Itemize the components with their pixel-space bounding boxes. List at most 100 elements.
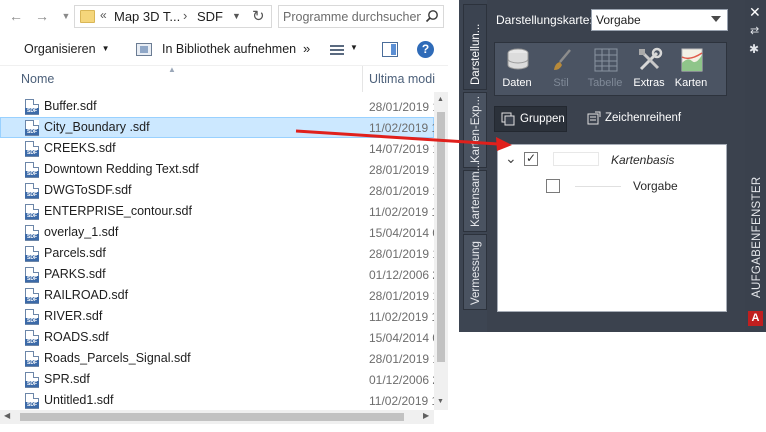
tab-map-explorer[interactable]: Karten-Exp... bbox=[463, 92, 487, 168]
draw-order-label: Zeichenreihenf bbox=[605, 112, 682, 124]
data-button[interactable]: Daten bbox=[497, 47, 537, 95]
style-button[interactable]: Stil bbox=[541, 47, 581, 95]
sdf-file-icon bbox=[25, 246, 39, 262]
gear-icon[interactable]: ✱ bbox=[749, 42, 759, 56]
breadcrumb-map3d[interactable]: Map 3D T... bbox=[114, 9, 180, 24]
map-icon bbox=[681, 48, 703, 72]
collapse-chevron-icon[interactable]: ⌄ bbox=[505, 150, 517, 167]
scroll-up-icon[interactable]: ▲ bbox=[437, 96, 444, 103]
file-date: 11/02/2019 1 bbox=[369, 121, 434, 135]
file-name: ENTERPRISE_contour.sdf bbox=[44, 204, 192, 218]
file-row[interactable]: overlay_1.sdf 15/04/2014 0 bbox=[0, 222, 434, 243]
display-manager-panel: Darstellungskarte: Vorgabe Daten Stil Ta… bbox=[487, 0, 745, 332]
file-row[interactable]: RAILROAD.sdf 28/01/2019 1 bbox=[0, 285, 434, 306]
group-visibility-checkbox[interactable] bbox=[524, 151, 538, 166]
tab-survey[interactable]: Vermessung bbox=[463, 234, 487, 310]
sdf-file-icon bbox=[25, 183, 39, 199]
file-row[interactable]: Buffer.sdf 28/01/2019 1 bbox=[0, 96, 434, 117]
file-list: Buffer.sdf 28/01/2019 1 City_Boundary .sdf… bbox=[0, 96, 434, 410]
tree-group-kartenbasis[interactable]: Kartenbasis bbox=[611, 153, 674, 167]
file-date: 11/02/2019 1 bbox=[369, 205, 434, 219]
sdf-file-icon bbox=[25, 267, 39, 283]
tree-toolbar: Gruppen Zeichenreihenf bbox=[494, 106, 734, 132]
refresh-icon[interactable]: ↻ bbox=[252, 7, 265, 25]
horizontal-scroll-thumb[interactable] bbox=[20, 413, 404, 421]
file-row[interactable]: SPR.sdf 01/12/2006 2 bbox=[0, 369, 434, 390]
address-bar[interactable]: « Map 3D T... › SDF ▼ ↻ bbox=[74, 5, 272, 28]
add-to-library-button[interactable]: In Bibliothek aufnehmen bbox=[162, 42, 296, 56]
dropdown-arrow-icon bbox=[711, 16, 721, 22]
file-row[interactable]: Downtown Redding Text.sdf 28/01/2019 1 bbox=[0, 159, 434, 180]
file-row[interactable]: Parcels.sdf 28/01/2019 1 bbox=[0, 243, 434, 264]
view-options-caret-icon[interactable]: ▼ bbox=[350, 43, 358, 52]
file-row[interactable]: RIVER.sdf 11/02/2019 1 bbox=[0, 306, 434, 327]
file-row[interactable]: PARKS.sdf 01/12/2006 2 bbox=[0, 264, 434, 285]
file-explorer-window: ← → ▼ « Map 3D T... › SDF ▼ ↻ Organisier… bbox=[0, 0, 448, 432]
file-row[interactable]: Untitled1.sdf 11/02/2019 1 bbox=[0, 390, 434, 410]
display-map-value: Vorgabe bbox=[596, 13, 641, 27]
file-date: 15/04/2014 0 bbox=[369, 331, 434, 345]
table-button[interactable]: Tabelle bbox=[585, 47, 625, 95]
file-date: 11/02/2019 1 bbox=[369, 394, 434, 408]
tab-display-manager[interactable]: Darstellun... bbox=[463, 4, 487, 90]
file-name: overlay_1.sdf bbox=[44, 225, 119, 239]
breadcrumb-separator-icon[interactable]: › bbox=[183, 8, 187, 23]
autodesk-logo-icon: A bbox=[748, 311, 763, 326]
data-icon bbox=[507, 48, 529, 70]
organize-menu-button[interactable]: Organisieren ▼ bbox=[24, 42, 110, 56]
autohide-icon[interactable]: ⇄ bbox=[750, 24, 759, 37]
column-header-row: ▲ Nome Ultima modi bbox=[0, 65, 448, 92]
scroll-left-icon[interactable]: ◀ bbox=[4, 411, 10, 420]
recent-locations-chevron-icon[interactable]: ▼ bbox=[56, 6, 76, 26]
maps-button[interactable]: Karten bbox=[671, 47, 711, 95]
draw-order-button[interactable]: Zeichenreihenf bbox=[583, 106, 693, 132]
file-row[interactable]: City_Boundary .sdf 11/02/2019 1 bbox=[0, 117, 434, 138]
file-row[interactable]: ROADS.sdf 15/04/2014 0 bbox=[0, 327, 434, 348]
vertical-scroll-thumb[interactable] bbox=[437, 112, 445, 362]
file-date: 15/04/2014 0 bbox=[369, 226, 434, 240]
column-header-name[interactable]: Nome bbox=[21, 72, 54, 86]
tree-layer-vorgabe[interactable]: Vorgabe bbox=[633, 179, 678, 193]
horizontal-scrollbar[interactable]: ◀ ▶ bbox=[0, 410, 434, 424]
file-row[interactable]: DWGToSDF.sdf 28/01/2019 1 bbox=[0, 180, 434, 201]
back-arrow-icon[interactable]: ← bbox=[6, 6, 26, 26]
more-commands-button[interactable]: » bbox=[303, 41, 310, 56]
file-row[interactable]: Roads_Parcels_Signal.sdf 28/01/2019 1 bbox=[0, 348, 434, 369]
sdf-file-icon bbox=[25, 372, 39, 388]
address-dropdown-icon[interactable]: ▼ bbox=[232, 11, 241, 21]
tab-label: Kartensam... bbox=[470, 161, 482, 227]
groups-button[interactable]: Gruppen bbox=[494, 106, 567, 132]
column-header-date[interactable]: Ultima modi bbox=[369, 72, 435, 86]
folder-icon bbox=[80, 10, 95, 23]
scroll-down-icon[interactable]: ▼ bbox=[437, 398, 444, 405]
sdf-file-icon bbox=[25, 225, 39, 241]
breadcrumb-overflow[interactable]: « bbox=[100, 8, 107, 22]
search-input[interactable] bbox=[283, 8, 421, 25]
display-map-select[interactable]: Vorgabe bbox=[591, 9, 728, 31]
layer-visibility-checkbox[interactable] bbox=[546, 179, 560, 193]
help-icon[interactable]: ? bbox=[417, 41, 434, 58]
tab-map-book[interactable]: Kartensam... bbox=[463, 162, 487, 232]
column-divider[interactable] bbox=[362, 66, 363, 92]
group-style-swatch bbox=[553, 152, 599, 166]
close-icon[interactable]: ✕ bbox=[749, 4, 761, 21]
sdf-file-icon bbox=[25, 351, 39, 367]
vertical-scrollbar[interactable]: ▲ ▼ bbox=[434, 92, 448, 410]
search-icon[interactable] bbox=[425, 9, 439, 23]
sdf-file-icon bbox=[25, 162, 39, 178]
tools-button[interactable]: Extras bbox=[629, 47, 669, 95]
preview-pane-icon[interactable] bbox=[382, 42, 398, 57]
address-bar-row: ← → ▼ « Map 3D T... › SDF ▼ ↻ bbox=[0, 0, 448, 34]
file-row[interactable]: CREEKS.sdf 14/07/2019 1 bbox=[0, 138, 434, 159]
draw-order-icon bbox=[587, 111, 601, 125]
groups-icon bbox=[501, 112, 515, 126]
file-date: 28/01/2019 1 bbox=[369, 247, 434, 261]
breadcrumb-sdf[interactable]: SDF bbox=[197, 9, 223, 24]
forward-arrow-icon[interactable]: → bbox=[32, 6, 52, 26]
view-options-icon[interactable] bbox=[330, 43, 344, 57]
file-row[interactable]: ENTERPRISE_contour.sdf 11/02/2019 1 bbox=[0, 201, 434, 222]
sdf-file-icon bbox=[25, 309, 39, 325]
data-label: Daten bbox=[502, 77, 532, 89]
scroll-right-icon[interactable]: ▶ bbox=[423, 411, 429, 420]
file-name: CREEKS.sdf bbox=[44, 141, 116, 155]
